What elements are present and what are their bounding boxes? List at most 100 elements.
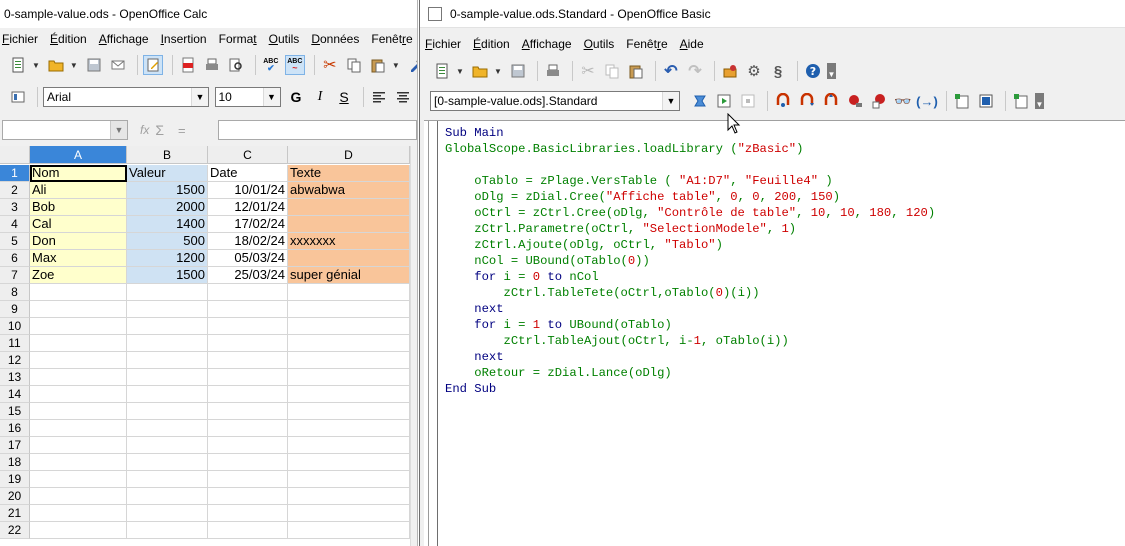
cell[interactable]: [208, 352, 288, 369]
cell[interactable]: [127, 386, 208, 403]
step-out-icon[interactable]: [821, 91, 841, 111]
row-header[interactable]: 9: [0, 301, 30, 318]
cell[interactable]: Nom: [30, 165, 127, 182]
cell[interactable]: 500: [127, 233, 208, 250]
row-header[interactable]: 21: [0, 505, 30, 522]
chevron-down-icon[interactable]: ▼: [32, 61, 40, 70]
stop-icon[interactable]: [738, 91, 758, 111]
code-editor[interactable]: Sub Main GlobalScope.BasicLibraries.loadL…: [424, 120, 1125, 546]
row-header[interactable]: 2: [0, 182, 30, 199]
open-folder-icon[interactable]: [470, 61, 490, 81]
cell[interactable]: [30, 505, 127, 522]
font-size-select[interactable]: 10 ▼: [214, 87, 281, 107]
column-header-d[interactable]: D: [288, 146, 410, 164]
column-header-c[interactable]: C: [208, 146, 288, 164]
new-document-icon[interactable]: [8, 55, 28, 75]
row-header[interactable]: 12: [0, 352, 30, 369]
vertical-scrollbar[interactable]: [410, 146, 417, 546]
cell[interactable]: Don: [30, 233, 127, 250]
row-header[interactable]: 15: [0, 403, 30, 420]
cell[interactable]: [208, 488, 288, 505]
export-pdf-icon[interactable]: [178, 55, 198, 75]
calc-menu-donnees[interactable]: Données: [311, 32, 359, 46]
cell[interactable]: Bob: [30, 199, 127, 216]
save-icon[interactable]: [508, 61, 528, 81]
cell[interactable]: [208, 301, 288, 318]
chevron-down-icon[interactable]: ▼: [662, 92, 679, 110]
basic-menu-fichier[interactable]: Fichier: [425, 37, 461, 51]
step-into-icon[interactable]: [773, 91, 793, 111]
bold-button[interactable]: G: [286, 87, 306, 107]
cell[interactable]: [208, 386, 288, 403]
cell[interactable]: [127, 420, 208, 437]
print-preview-icon[interactable]: [226, 55, 246, 75]
row-header[interactable]: 1: [0, 165, 30, 182]
cell[interactable]: [30, 437, 127, 454]
cell[interactable]: [30, 301, 127, 318]
undo-icon[interactable]: ↶: [661, 61, 681, 81]
row-header[interactable]: 16: [0, 420, 30, 437]
column-header-b[interactable]: B: [127, 146, 208, 164]
cell[interactable]: Cal: [30, 216, 127, 233]
row-header[interactable]: 4: [0, 216, 30, 233]
cell[interactable]: [127, 318, 208, 335]
toolbar-overflow-icon[interactable]: ▼: [827, 63, 836, 79]
cell[interactable]: [288, 420, 410, 437]
equals-icon[interactable]: =: [178, 123, 186, 138]
cell[interactable]: Ali: [30, 182, 127, 199]
cell[interactable]: [288, 216, 410, 233]
row-header[interactable]: 8: [0, 284, 30, 301]
row-header[interactable]: 17: [0, 437, 30, 454]
row-header[interactable]: 6: [0, 250, 30, 267]
underline-button[interactable]: S: [334, 87, 354, 107]
library-select[interactable]: [0-sample-value.ods].Standard ▼: [430, 91, 680, 111]
cell[interactable]: [288, 352, 410, 369]
cell[interactable]: 1500: [127, 182, 208, 199]
gear-icon[interactable]: ⚙: [744, 61, 764, 81]
cell[interactable]: [30, 454, 127, 471]
cell[interactable]: [30, 420, 127, 437]
cell[interactable]: [127, 437, 208, 454]
cell[interactable]: [288, 471, 410, 488]
cell[interactable]: 25/03/24: [208, 267, 288, 284]
cell[interactable]: 2000: [127, 199, 208, 216]
cut-icon[interactable]: ✂: [578, 61, 598, 81]
cell[interactable]: [288, 454, 410, 471]
cell[interactable]: [208, 437, 288, 454]
chevron-down-icon[interactable]: ▼: [494, 67, 502, 76]
cell[interactable]: Valeur: [127, 165, 208, 182]
row-header[interactable]: 13: [0, 369, 30, 386]
cell[interactable]: [127, 471, 208, 488]
step-over-icon[interactable]: [797, 91, 817, 111]
toolbar-overflow-icon[interactable]: ▼: [1035, 93, 1044, 109]
basic-menu-edition[interactable]: Édition: [473, 37, 510, 51]
column-header-a[interactable]: A: [30, 146, 127, 164]
redo-icon[interactable]: ↷: [685, 61, 705, 81]
cell[interactable]: [288, 199, 410, 216]
cell[interactable]: [30, 352, 127, 369]
row-header[interactable]: 5: [0, 233, 30, 250]
cell[interactable]: [208, 318, 288, 335]
cut-icon[interactable]: ✂: [320, 55, 340, 75]
cell[interactable]: 18/02/24: [208, 233, 288, 250]
cell[interactable]: Zoe: [30, 267, 127, 284]
cell[interactable]: [208, 335, 288, 352]
macros-select-icon[interactable]: [952, 91, 972, 111]
basic-menu-fenetre[interactable]: Fenêtre: [626, 37, 667, 51]
chevron-down-icon[interactable]: ▼: [110, 121, 127, 139]
cell[interactable]: [288, 522, 410, 539]
cell[interactable]: [30, 386, 127, 403]
code-text[interactable]: Sub Main GlobalScope.BasicLibraries.loadL…: [445, 125, 935, 397]
basic-menu-outils[interactable]: Outils: [584, 37, 615, 51]
cell[interactable]: 1400: [127, 216, 208, 233]
edit-mode-icon[interactable]: [142, 55, 163, 75]
cell[interactable]: [30, 471, 127, 488]
cell[interactable]: 17/02/24: [208, 216, 288, 233]
cell[interactable]: [127, 454, 208, 471]
auto-spellcheck-icon[interactable]: ABC ~: [284, 55, 305, 75]
cell[interactable]: [30, 403, 127, 420]
chevron-down-icon[interactable]: ▼: [70, 61, 78, 70]
cell[interactable]: [208, 505, 288, 522]
modules-icon[interactable]: [976, 91, 996, 111]
paste-icon[interactable]: [368, 55, 388, 75]
